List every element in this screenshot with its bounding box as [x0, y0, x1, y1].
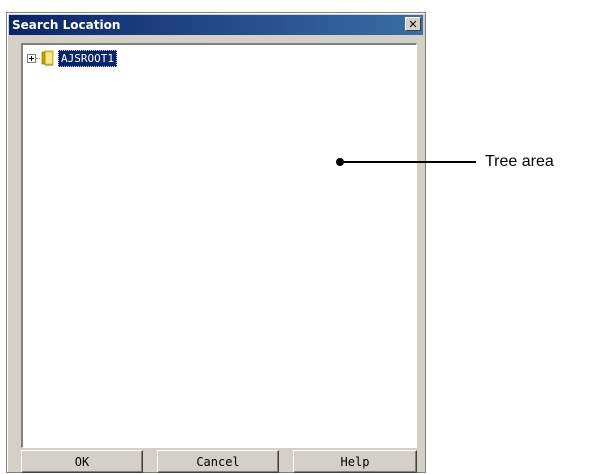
clipped-caption-strip — [0, 0, 592, 12]
callout-line — [342, 161, 476, 163]
close-button[interactable]: ✕ — [405, 17, 421, 31]
button-row: OK Cancel Help — [21, 450, 417, 474]
title-bar[interactable]: Search Location ✕ — [9, 15, 423, 35]
dialog-title: Search Location — [12, 18, 121, 32]
callout-label-tree-area: Tree area — [485, 153, 554, 170]
tree-node-label[interactable]: AJSROOT1 — [58, 49, 117, 67]
folder-icon — [40, 50, 56, 66]
cancel-button[interactable]: Cancel — [157, 450, 279, 473]
help-button[interactable]: Help — [293, 450, 417, 473]
expand-icon[interactable] — [27, 53, 36, 63]
ok-button[interactable]: OK — [21, 450, 143, 473]
tree-area[interactable]: AJSROOT1 — [21, 43, 417, 448]
tree-node-root[interactable]: AJSROOT1 — [27, 49, 117, 67]
search-location-dialog: Search Location ✕ AJSROOT1 OK Cancel Hel… — [6, 12, 426, 473]
close-icon: ✕ — [408, 17, 418, 31]
